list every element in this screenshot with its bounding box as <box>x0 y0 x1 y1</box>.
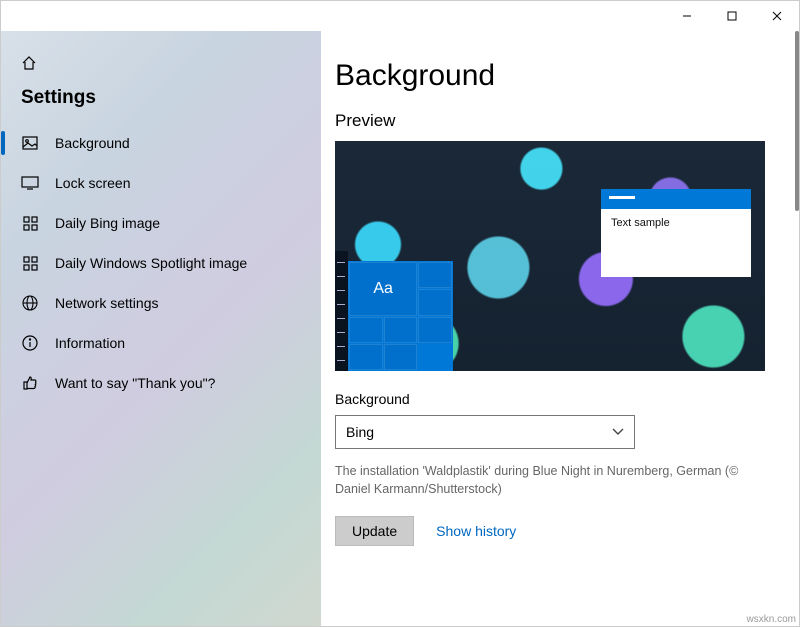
info-icon <box>21 335 39 351</box>
preview-heading: Preview <box>335 111 785 131</box>
background-field-label: Background <box>335 391 785 407</box>
titlebar <box>1 1 799 31</box>
nav-item-label: Want to say "Thank you"? <box>55 375 215 391</box>
chevron-down-icon <box>612 428 624 436</box>
watermark: wsxkn.com <box>747 614 796 625</box>
image-caption: The installation 'Waldplastik' during Bl… <box>335 463 765 498</box>
monitor-icon <box>21 176 39 190</box>
home-button[interactable] <box>1 49 321 81</box>
desktop-preview: Aa Text sample <box>335 141 765 371</box>
nav-item-daily-spotlight[interactable]: Daily Windows Spotlight image <box>1 243 321 283</box>
picture-icon <box>21 136 39 150</box>
nav-item-label: Daily Windows Spotlight image <box>55 255 247 271</box>
nav-item-label: Background <box>55 135 130 151</box>
preview-taskbar <box>335 251 348 371</box>
sidebar: Settings Background Lock screen <box>1 31 321 626</box>
settings-window: Settings Background Lock screen <box>0 0 800 627</box>
nav-item-background[interactable]: Background <box>1 123 321 163</box>
nav-item-daily-bing[interactable]: Daily Bing image <box>1 203 321 243</box>
preview-sample-window: Text sample <box>601 189 751 277</box>
grid-icon <box>21 216 39 231</box>
page-title: Background <box>335 59 785 93</box>
nav-item-label: Lock screen <box>55 175 130 191</box>
nav-item-label: Daily Bing image <box>55 215 160 231</box>
close-button[interactable] <box>754 1 799 31</box>
nav-item-network[interactable]: Network settings <box>1 283 321 323</box>
scrollbar[interactable] <box>795 31 799 211</box>
nav-item-thank-you[interactable]: Want to say "Thank you"? <box>1 363 321 403</box>
nav-item-label: Network settings <box>55 295 158 311</box>
grid-icon <box>21 256 39 271</box>
nav-item-lock-screen[interactable]: Lock screen <box>1 163 321 203</box>
preview-start-menu: Aa <box>348 261 453 371</box>
content-pane: Background Preview Aa Text sample Backgr… <box>321 31 799 626</box>
show-history-link[interactable]: Show history <box>436 523 516 539</box>
globe-icon <box>21 295 39 311</box>
minimize-button[interactable] <box>664 1 709 31</box>
nav-item-label: Information <box>55 335 125 351</box>
sidebar-title: Settings <box>1 81 321 123</box>
background-select[interactable]: Bing <box>335 415 635 449</box>
thumbsup-icon <box>21 375 39 391</box>
preview-start-tile: Aa <box>349 262 417 316</box>
nav-item-information[interactable]: Information <box>1 323 321 363</box>
home-icon <box>21 55 301 71</box>
update-button[interactable]: Update <box>335 516 414 546</box>
window-body: Settings Background Lock screen <box>1 31 799 626</box>
action-row: Update Show history <box>335 516 785 546</box>
maximize-button[interactable] <box>709 1 754 31</box>
preview-sample-text: Text sample <box>611 217 670 229</box>
background-select-value: Bing <box>346 424 374 440</box>
